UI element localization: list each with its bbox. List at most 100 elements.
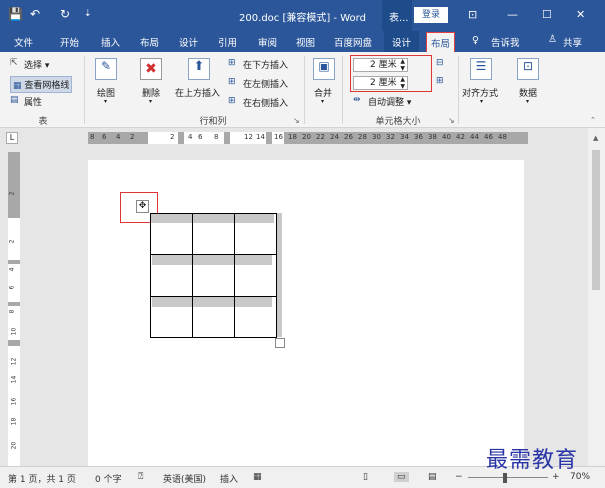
view-gridlines-button[interactable]: ▦ 查看网格线 <box>10 76 73 93</box>
ruler-tick: 24 <box>330 133 339 141</box>
insert-below-button[interactable]: 在下方插入 <box>243 58 288 71</box>
tab-view[interactable]: 视图 <box>296 35 315 49</box>
row-height-spinner-icon[interactable]: ▲ ▼ <box>400 58 405 72</box>
tab-share[interactable]: 共享 <box>563 35 582 49</box>
scroll-up-icon[interactable]: ▲ <box>593 134 598 142</box>
ruler-column-marker[interactable] <box>266 132 272 144</box>
document-canvas: 2 2 4 6 8 10 12 14 16 18 20 ✥ <box>0 148 588 466</box>
tab-tell-me[interactable]: 告诉我 <box>491 35 520 49</box>
ruler-tick: 28 <box>358 133 367 141</box>
alignment-icon[interactable]: ☰ <box>470 58 492 80</box>
web-layout-icon[interactable]: ▤ <box>428 472 437 482</box>
ruler-column-marker[interactable] <box>224 132 230 144</box>
page-count[interactable]: 第 1 页，共 1 页 <box>8 472 76 485</box>
merge-dropdown-icon[interactable]: ▾ <box>321 98 324 105</box>
tab-selector-icon[interactable]: L <box>6 132 18 144</box>
alignment-dropdown-icon[interactable]: ▾ <box>480 98 483 105</box>
delete-dropdown-icon[interactable]: ▾ <box>149 98 152 105</box>
ribbon: ⇱ 选择 ▾ ▦ 查看网格线 ▤ 属性 表 ✎ 绘图 ▾ ✖ 删除 ▾ ⬆ 在上… <box>0 52 605 128</box>
insert-above-icon[interactable]: ⬆ <box>188 58 210 80</box>
ruler-top-margin <box>8 152 20 218</box>
table[interactable] <box>148 210 298 360</box>
tab-home[interactable]: 开始 <box>60 35 79 49</box>
distribute-columns-icon[interactable]: ⊞ <box>436 76 444 86</box>
tab-file[interactable]: 文件 <box>14 35 33 49</box>
column-width-input[interactable]: 2 厘米 ▲ ▼ <box>353 76 408 90</box>
ruler-tick: 14 <box>256 133 265 141</box>
insert-right-button[interactable]: 在右侧插入 <box>243 96 288 109</box>
ruler-tick: 12 <box>244 133 253 141</box>
restore-button[interactable]: ☐ <box>542 8 552 21</box>
zoom-slider-thumb[interactable] <box>503 473 507 483</box>
ruler-row-marker[interactable] <box>8 340 20 346</box>
zoom-slider-track[interactable] <box>468 477 548 478</box>
tell-me-icon[interactable]: ♀ <box>472 35 479 46</box>
autofit-button[interactable]: 自动调整 ▾ <box>368 95 411 108</box>
autofit-icon: ⇹ <box>353 95 361 105</box>
vertical-scrollbar[interactable]: ▲ <box>588 128 605 466</box>
ruler-tick: 6 <box>198 133 203 141</box>
group-label-table: 表 <box>38 117 48 127</box>
tab-design[interactable]: 设计 <box>179 35 198 49</box>
tab-review[interactable]: 审阅 <box>258 35 277 49</box>
rows-cols-launcher-icon[interactable]: ↘ <box>293 116 300 125</box>
cell-size-launcher-icon[interactable]: ↘ <box>448 116 455 125</box>
document-page[interactable]: ✥ <box>88 160 524 466</box>
login-button[interactable]: 登录 <box>414 7 448 23</box>
draw-dropdown-icon[interactable]: ▾ <box>104 98 107 105</box>
ribbon-display-options-icon[interactable]: ⊡ <box>468 8 477 21</box>
ruler-tick: 36 <box>414 133 423 141</box>
tab-baidu-netdisk[interactable]: 百度网盘 <box>334 35 372 49</box>
watermark: 最需教育 <box>486 448 579 473</box>
ruler-row-marker[interactable] <box>8 302 20 306</box>
read-mode-icon[interactable]: ▯ <box>363 472 368 482</box>
ruler-tick: 2 <box>130 133 135 141</box>
row-selection-shade <box>152 255 272 265</box>
column-width-spinner-icon[interactable]: ▲ ▼ <box>400 76 405 90</box>
ruler-row-marker[interactable] <box>8 260 20 264</box>
ruler-tick: 20 <box>302 133 311 141</box>
separator <box>342 56 343 124</box>
ruler-tick: 22 <box>316 133 325 141</box>
row-height-input[interactable]: 2 厘米 ▲ ▼ <box>353 58 408 72</box>
vertical-ruler[interactable]: 2 2 4 6 8 10 12 14 16 18 20 <box>8 152 20 466</box>
tab-insert[interactable]: 插入 <box>101 35 120 49</box>
data-dropdown-icon[interactable]: ▾ <box>526 98 529 105</box>
gridlines-icon: ▦ <box>13 81 22 91</box>
macro-icon[interactable]: ▦ <box>253 472 262 482</box>
data-icon[interactable]: ⊡ <box>517 58 539 80</box>
insert-mode[interactable]: 插入 <box>220 472 238 485</box>
close-button[interactable]: ✕ <box>576 8 585 21</box>
properties-button[interactable]: 属性 <box>24 95 42 108</box>
ruler-tick: 32 <box>386 133 395 141</box>
word-count[interactable]: 0 个字 <box>95 472 122 485</box>
tab-table-design[interactable]: 设计 <box>384 31 420 52</box>
language[interactable]: 英语(美国) <box>163 472 206 485</box>
column-width-value: 2 厘米 <box>370 78 397 88</box>
insert-right-icon: ⊞ <box>228 96 236 106</box>
ruler-tick: 4 <box>188 133 193 141</box>
table-resize-handle[interactable] <box>275 338 285 348</box>
ruler-tick: 4 <box>116 133 121 141</box>
distribute-rows-icon[interactable]: ⊟ <box>436 58 444 68</box>
select-button[interactable]: 选择 ▾ <box>24 58 49 71</box>
tab-layout[interactable]: 布局 <box>140 35 159 49</box>
tab-table-layout[interactable]: 布局 <box>426 32 456 53</box>
merge-icon[interactable]: ▣ <box>313 58 335 80</box>
horizontal-ruler[interactable]: 8 6 4 2 2 4 6 8 12 14 16 18 20 22 24 26 … <box>88 132 528 144</box>
insert-left-button[interactable]: 在左侧插入 <box>243 77 288 90</box>
collapse-ribbon-icon[interactable]: ⌃ <box>590 116 596 124</box>
scrollbar-thumb[interactable] <box>592 150 600 290</box>
row-selection-shade <box>152 297 272 307</box>
minimize-button[interactable]: — <box>507 8 518 21</box>
print-layout-icon[interactable]: ▭ <box>394 472 409 482</box>
proofing-icon[interactable]: ⍰ <box>138 472 143 482</box>
tab-references[interactable]: 引用 <box>218 35 237 49</box>
ruler-tick: 18 <box>10 417 18 426</box>
zoom-out-icon[interactable]: − <box>455 472 463 482</box>
ruler-column-marker[interactable] <box>178 132 184 144</box>
share-icon[interactable]: ♙ <box>548 34 557 45</box>
insert-above-button[interactable]: 在上方插入 <box>175 86 220 99</box>
draw-table-icon[interactable]: ✎ <box>95 58 117 80</box>
delete-icon[interactable]: ✖ <box>140 58 162 80</box>
